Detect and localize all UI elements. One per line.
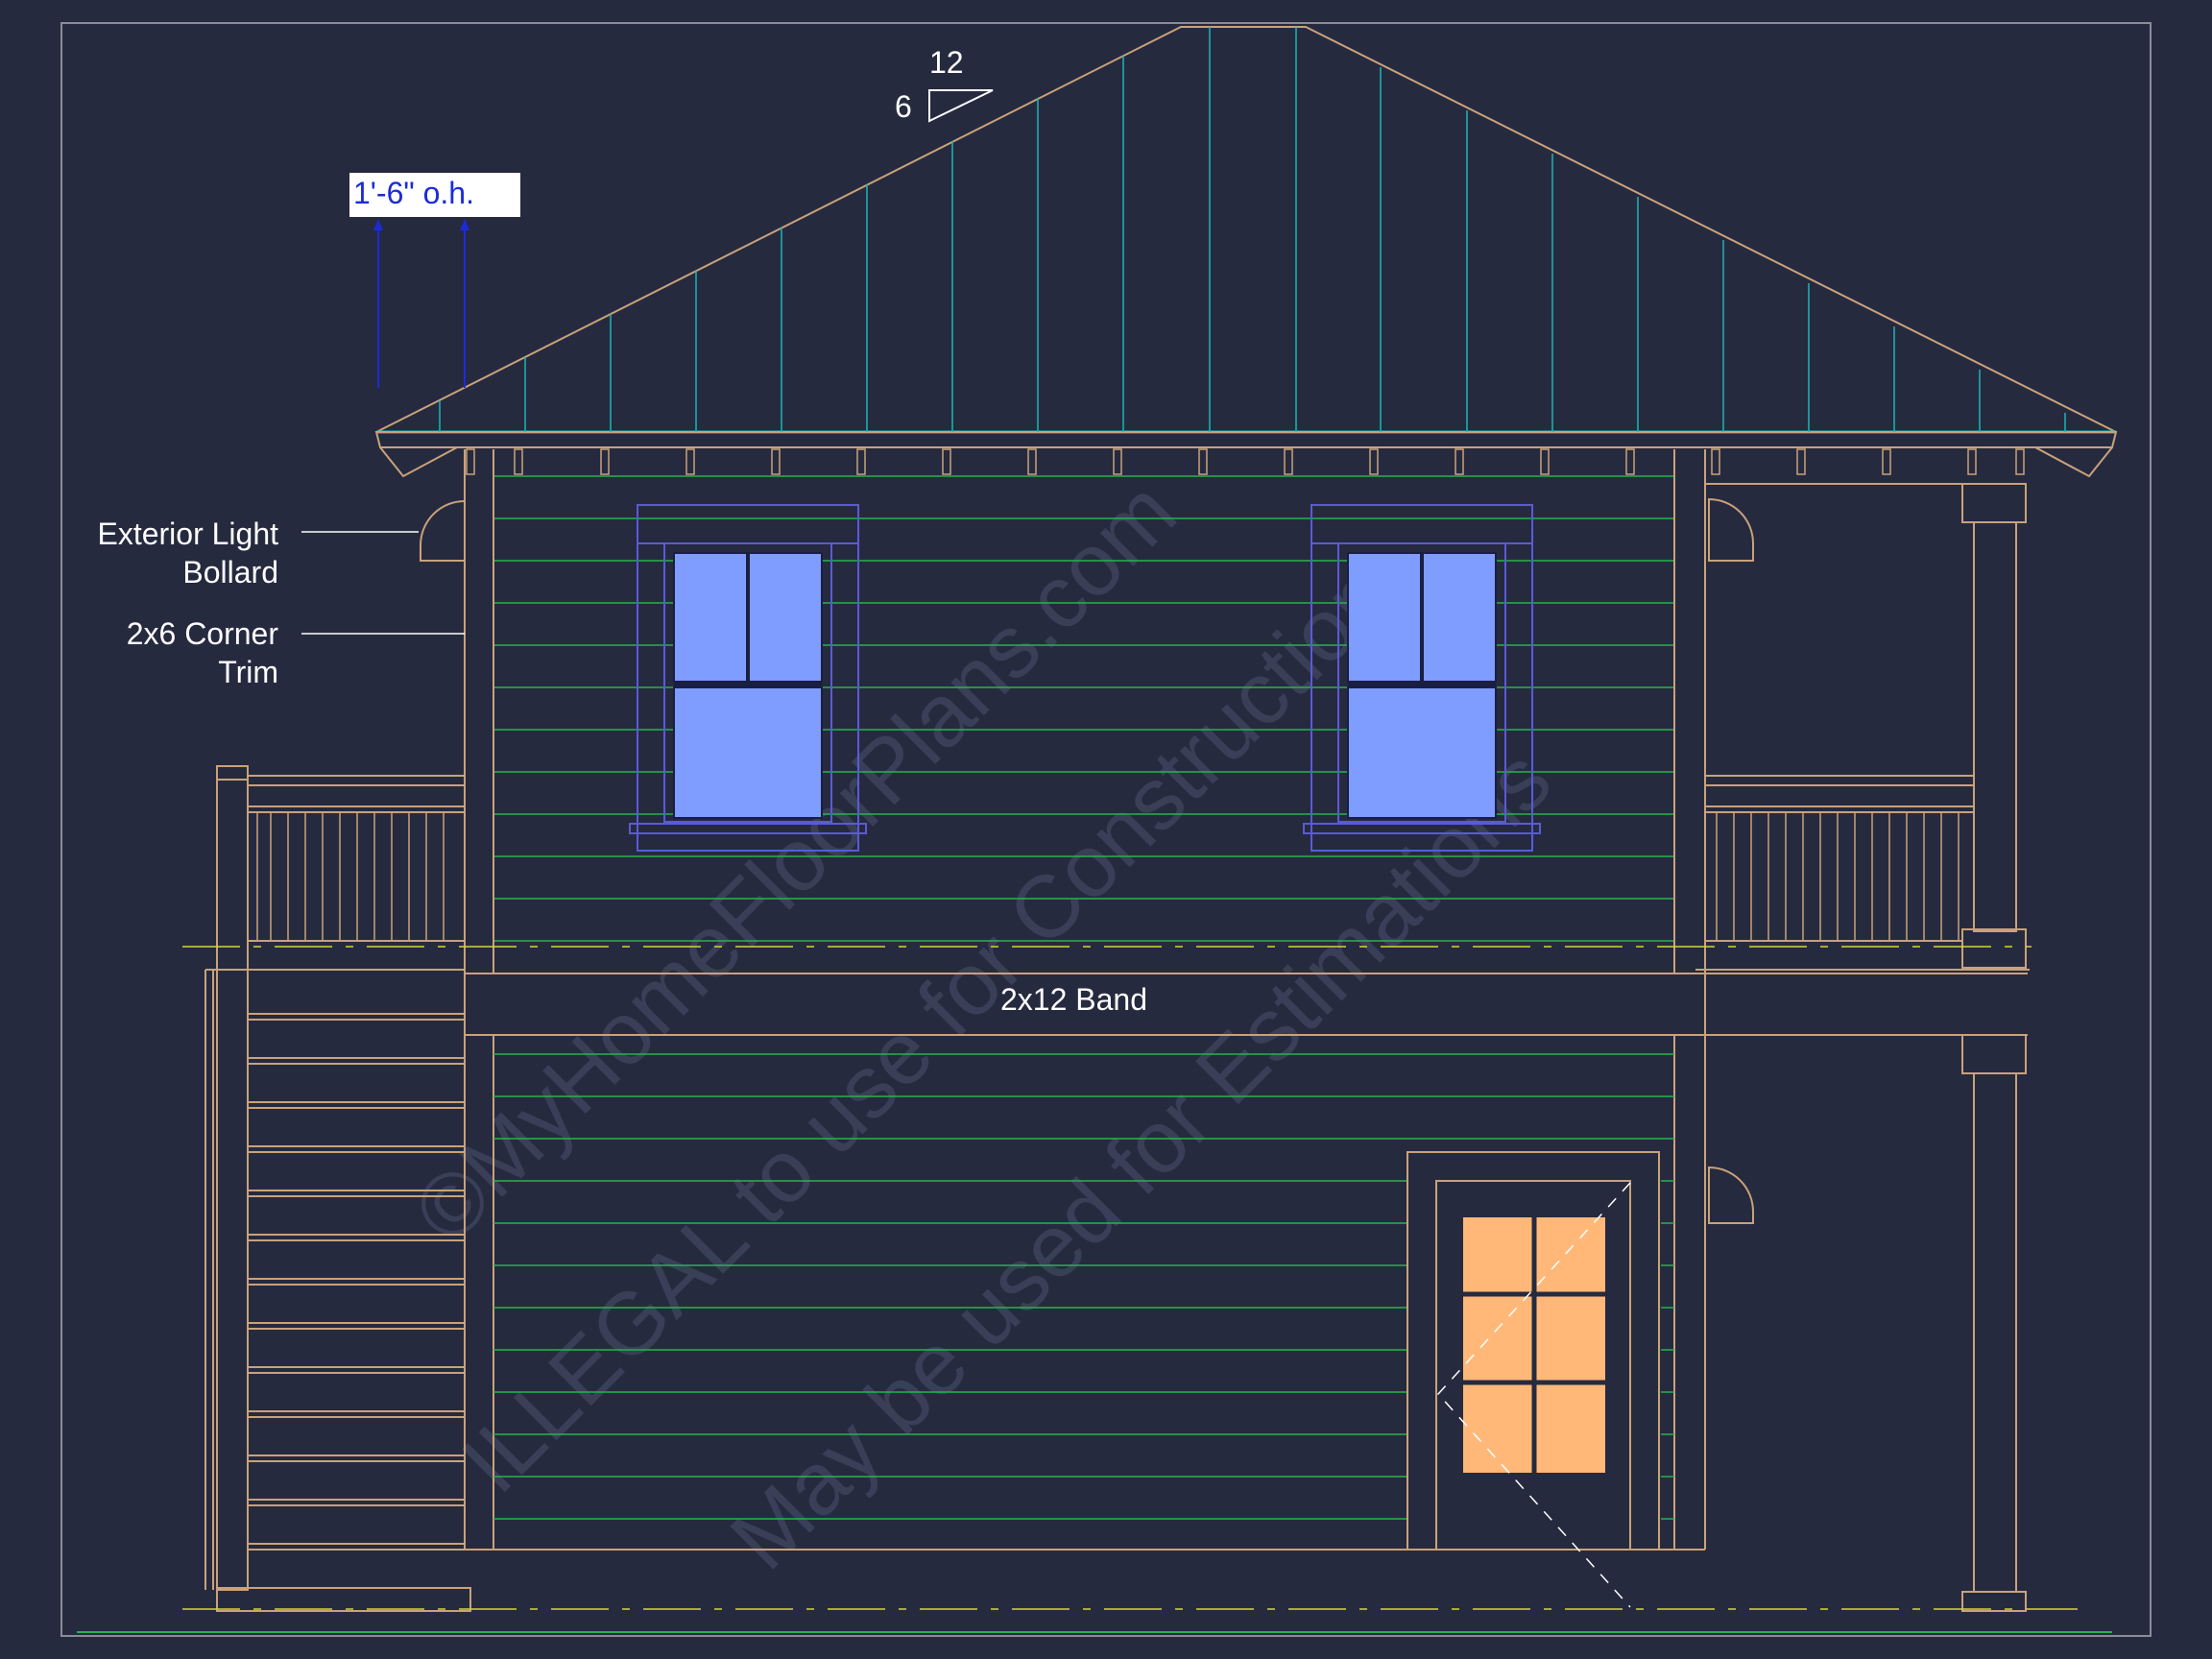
roof-panel-seams [439, 27, 2066, 432]
window-left-lower-sash [673, 686, 823, 819]
window-right-lower-sash [1347, 686, 1497, 819]
elevation-drawing: ©MyHomeFloorPlans.com ILLEGAL to use for… [60, 22, 2152, 1637]
window-left [629, 504, 867, 852]
exterior-light-fixture [420, 499, 466, 562]
roof-pitch-symbol: 12 6 [895, 45, 994, 124]
overhang-dimension-label: 1'-6" o.h. [353, 176, 474, 210]
pitch-run-label: 12 [929, 45, 964, 80]
entry-door [1407, 1151, 1660, 1608]
band-label: 2x12 Band [1000, 982, 1147, 1017]
pitch-rise-label: 6 [895, 89, 912, 124]
level-lines [77, 946, 2112, 1633]
rafter-tails [466, 448, 2025, 475]
trim-callout-line-1: 2x6 Corner [127, 616, 279, 651]
window-right [1303, 504, 1541, 852]
trim-callout-line-2: Trim [218, 655, 278, 689]
light-callout-line-1: Exterior Light [97, 517, 278, 551]
stair-treads [248, 1013, 465, 1551]
light-callout-line-2: Bollard [182, 555, 278, 589]
right-porch [1695, 483, 2030, 1612]
overhang-dimension: 1'-6" o.h. [349, 173, 520, 388]
hip-roof [374, 26, 2118, 478]
